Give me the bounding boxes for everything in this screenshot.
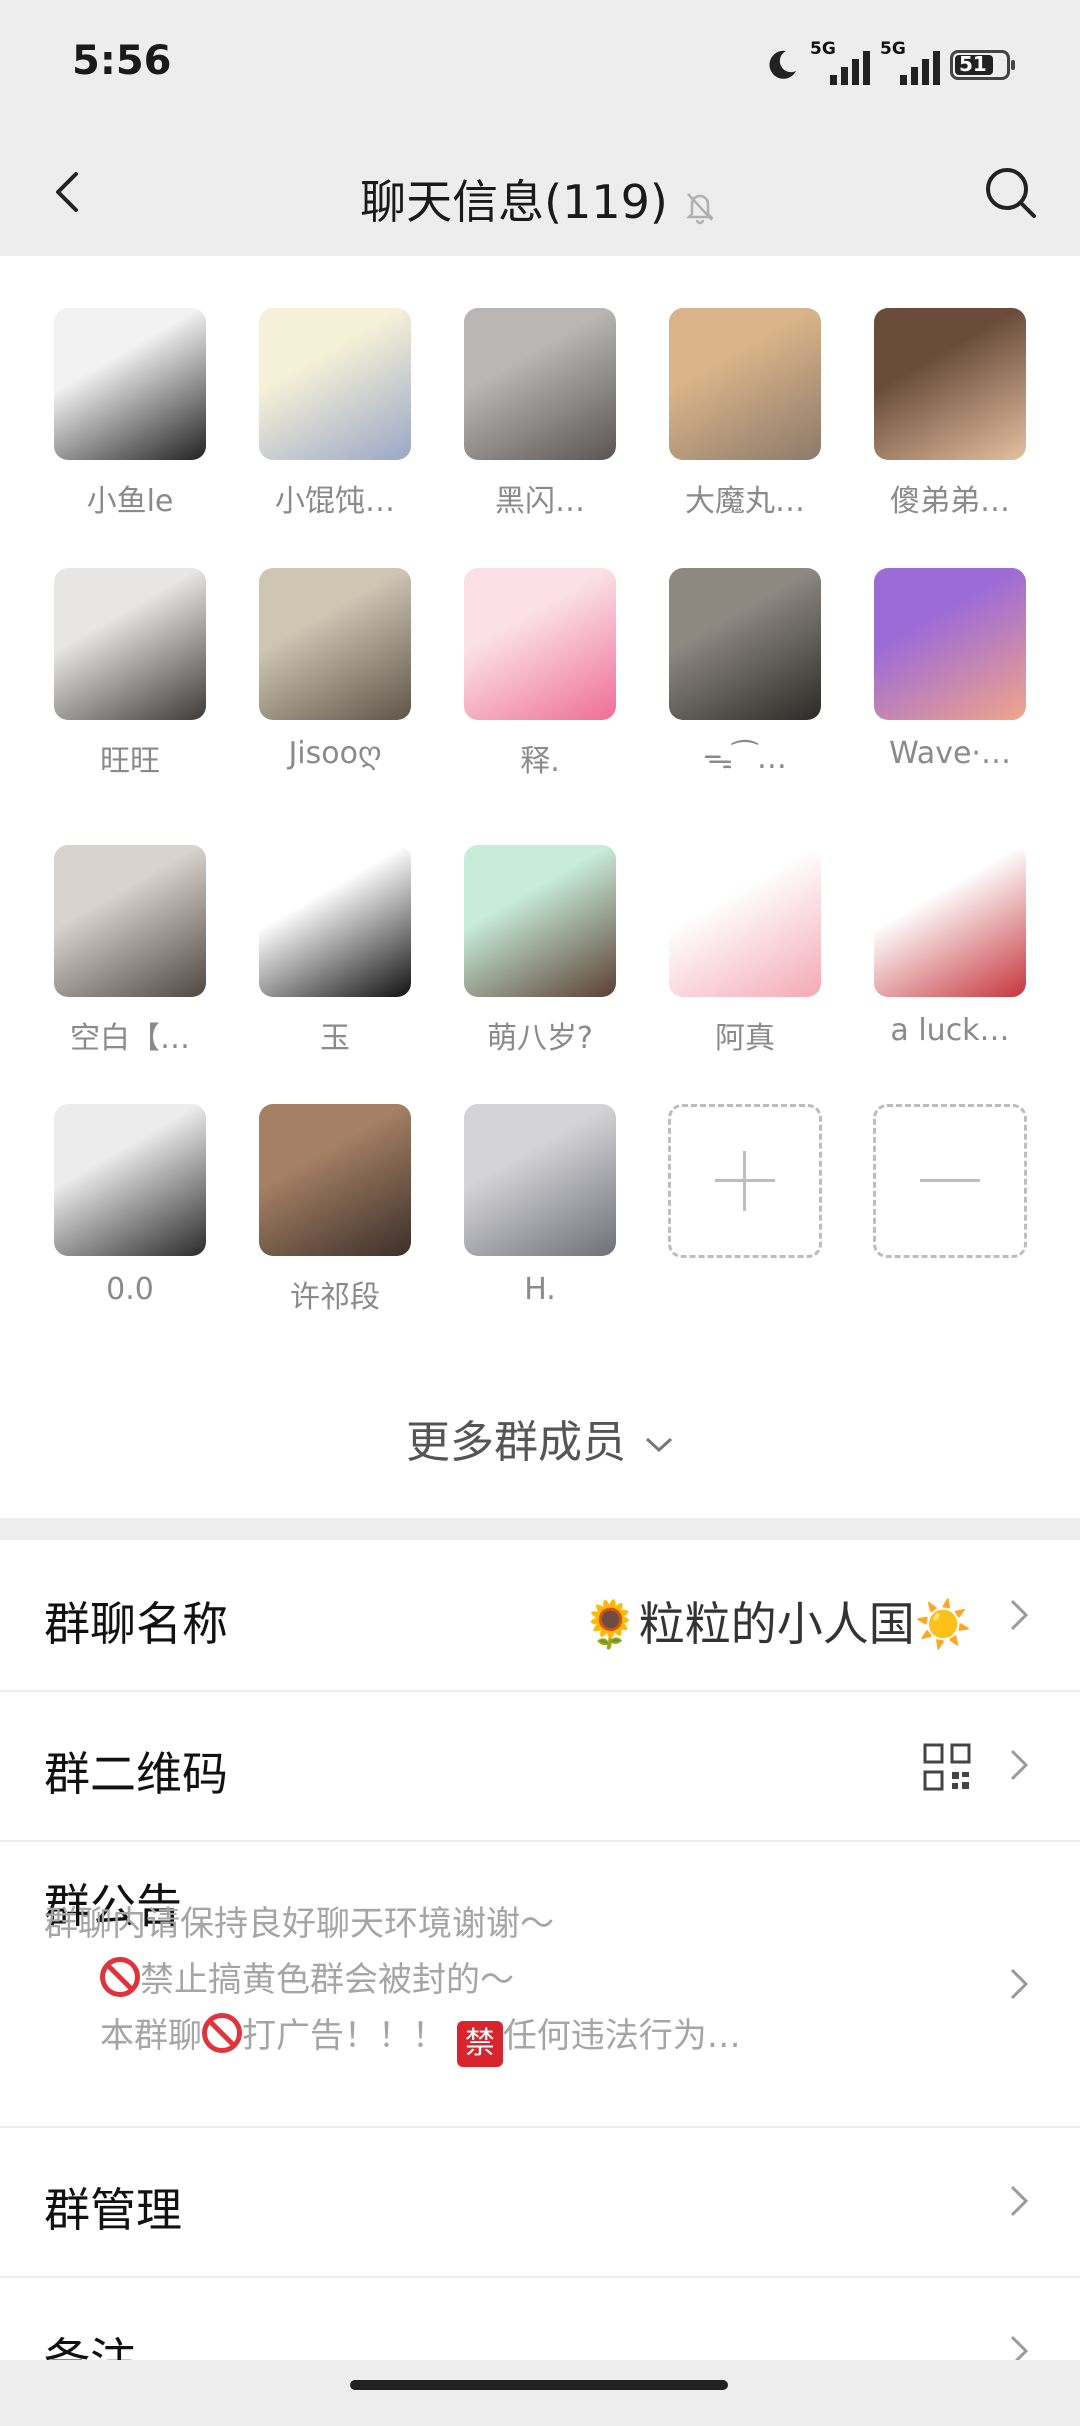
member-item[interactable]: 小馄饨…: [250, 308, 420, 520]
avatar: [669, 308, 821, 460]
status-icons: 5G 5G 51: [764, 39, 1015, 90]
member-item[interactable]: 大魔丸…: [660, 308, 830, 520]
members-panel: 小鱼le 小馄饨… 黑闪… 大魔丸… 傻弟弟… 旺旺 Jisooღ 释. ᯓ⁀… Wave·… 空白…: [0, 256, 1080, 1518]
member-name: H.: [524, 1272, 556, 1307]
avatar: [464, 1104, 616, 1256]
member-name: Jisooღ: [288, 736, 382, 771]
avatar: [259, 1104, 411, 1256]
member-item[interactable]: 小鱼le: [45, 308, 215, 520]
member-name: 萌八岁?: [487, 1021, 593, 1056]
group-name-label: 群聊名称: [44, 1597, 228, 1651]
remark-row[interactable]: 备注: [0, 2276, 1080, 2426]
avatar: [259, 308, 411, 460]
member-name: 小馄饨…: [275, 484, 395, 519]
member-item[interactable]: 玉: [250, 845, 420, 1057]
qr-code-icon: [923, 1743, 971, 1791]
member-name: 阿真: [715, 1021, 775, 1056]
notice-line-1: 群聊内请保持良好聊天环境谢谢～: [44, 1904, 554, 1944]
avatar: [54, 568, 206, 720]
avatar: [874, 308, 1026, 460]
avatar: [669, 845, 821, 997]
group-qr-label: 群二维码: [44, 1747, 228, 1801]
member-item[interactable]: 空白【…: [45, 845, 215, 1057]
more-members-button[interactable]: 更多群成员: [0, 1406, 1080, 1470]
avatar: [259, 845, 411, 997]
avatar: [54, 1104, 206, 1256]
member-item[interactable]: a luck…: [865, 845, 1035, 1048]
group-manage-label: 群管理: [44, 2183, 182, 2237]
chevron-right-icon: [1010, 2185, 1029, 2217]
chevron-right-icon: [1010, 1749, 1029, 1781]
avatar: [874, 568, 1026, 720]
member-name: ᯓ⁀…: [703, 741, 787, 776]
home-indicator[interactable]: [350, 2380, 728, 2390]
avatar: [464, 308, 616, 460]
member-name: Wave·…: [889, 736, 1011, 771]
member-item[interactable]: ᯓ⁀…: [660, 568, 830, 777]
member-name: 黑闪…: [495, 484, 585, 519]
member-name: 小鱼le: [86, 484, 174, 519]
member-item[interactable]: 阿真: [660, 845, 830, 1057]
chevron-down-icon: [645, 1437, 673, 1453]
group-qr-row[interactable]: 群二维码: [0, 1690, 1080, 1842]
status-time: 5:56: [72, 38, 172, 84]
add-member-button[interactable]: [660, 1104, 830, 1258]
member-item[interactable]: 许祁段: [250, 1104, 420, 1316]
member-name: 许祁段: [290, 1280, 380, 1315]
avatar: [669, 568, 821, 720]
member-item[interactable]: H.: [455, 1104, 625, 1307]
signal-icon-1: 5G: [810, 39, 870, 87]
avatar: [464, 568, 616, 720]
member-name: 大魔丸…: [685, 484, 805, 519]
forbidden-badge: 禁: [456, 2021, 503, 2067]
remove-member-button[interactable]: [865, 1104, 1035, 1258]
member-item[interactable]: 萌八岁?: [455, 845, 625, 1057]
prohibited-icon: [202, 2013, 242, 2053]
avatar: [54, 308, 206, 460]
chevron-right-icon: [1010, 1599, 1029, 1631]
member-item[interactable]: 黑闪…: [455, 308, 625, 520]
battery-icon: 51: [950, 50, 1015, 80]
member-item[interactable]: 旺旺: [45, 568, 215, 780]
member-item[interactable]: 0.0: [45, 1104, 215, 1307]
member-item[interactable]: 释.: [455, 568, 625, 780]
signal-icon-2: 5G: [880, 39, 940, 87]
notice-line-3: 本群聊 打广告！！！ 禁任何违法行为…: [44, 2008, 1004, 2067]
member-name: 空白【…: [70, 1021, 190, 1056]
status-bar: 5:56 5G 5G 51: [0, 0, 1080, 130]
moon-icon: [769, 50, 796, 79]
mute-bell-icon: [685, 192, 714, 224]
avatar: [54, 845, 206, 997]
prohibited-icon: [100, 1957, 140, 1997]
group-manage-row[interactable]: 群管理: [0, 2126, 1080, 2278]
group-name-row[interactable]: 群聊名称 🌻粒粒的小人国☀️: [0, 1540, 1080, 1692]
plus-icon: [668, 1104, 822, 1258]
nav-bar: 聊天信息(119): [0, 130, 1080, 256]
member-name: 旺旺: [100, 744, 160, 779]
member-name: 玉: [320, 1021, 350, 1056]
avatar: [874, 845, 1026, 997]
page-title: 聊天信息(119): [0, 166, 1080, 232]
search-icon[interactable]: [978, 160, 1042, 224]
avatar: [464, 845, 616, 997]
member-name: a luck…: [890, 1013, 1010, 1048]
chevron-right-icon: [1010, 1968, 1029, 2000]
member-name: 释.: [520, 744, 560, 779]
notice-line-2: 禁止搞黄色群会被封的～: [44, 1952, 1004, 2008]
avatar: [259, 568, 411, 720]
member-item[interactable]: Jisooღ: [250, 568, 420, 771]
member-item[interactable]: Wave·…: [865, 568, 1035, 771]
group-name-value: 🌻粒粒的小人国☀️: [581, 1597, 972, 1651]
member-name: 0.0: [106, 1272, 154, 1307]
member-item[interactable]: 傻弟弟…: [865, 308, 1035, 520]
member-name: 傻弟弟…: [890, 484, 1010, 519]
group-notice-preview: 群聊内请保持良好聊天环境谢谢～ 禁止搞黄色群会被封的～ 本群聊 打广告！！！ 禁任…: [44, 1896, 1004, 2067]
minus-icon: [873, 1104, 1027, 1258]
